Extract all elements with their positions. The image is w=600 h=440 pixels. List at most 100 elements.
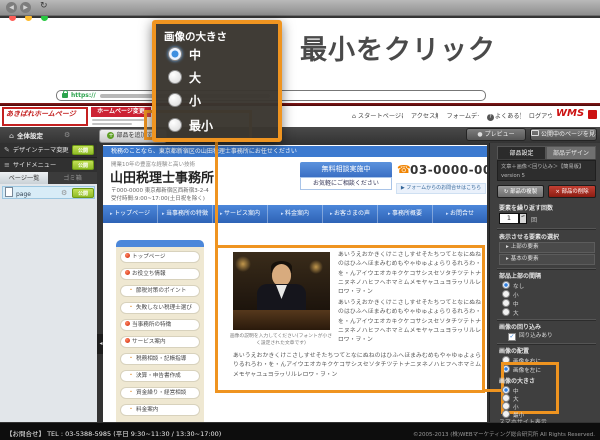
radio-icon [502, 308, 510, 316]
bullet-icon: ・ [128, 287, 134, 294]
radio-icon [502, 299, 510, 307]
gear-icon[interactable]: ⚙ [64, 131, 70, 139]
browser-toolbar: ◀ ▶ ↻ [0, 0, 600, 16]
sidebar-item-design-theme[interactable]: ✎デザインテーマ変更 ⚙ 公開 [0, 143, 97, 158]
spacing-radio-small[interactable]: 小 [502, 290, 519, 299]
spacing-radio-large[interactable]: 大 [502, 308, 519, 317]
popup-radio-smallest[interactable]: 最小 [168, 116, 213, 136]
radio-icon [502, 386, 510, 394]
link-logout[interactable]: ログアウト [529, 111, 552, 121]
radio-icon [502, 410, 510, 418]
phone-icon: ☎ [397, 163, 411, 176]
site-nav-item[interactable]: 事務所概要 [378, 205, 433, 223]
akibare-logo: あきばれホームページ Akibare Homepageサンプル・動作確認用 [2, 107, 88, 126]
homepage-edit-tag: ホームページ変更 [91, 107, 151, 117]
site-nav-item[interactable]: トップページ [103, 205, 158, 223]
site-nav-item[interactable]: お問合せ [433, 205, 487, 223]
part-info-box: 文章＋画像＜回り込み＞【簡易版】 version 5 [497, 160, 596, 181]
site-notice-bar: 税務のことなら、東京都新宿区の山田税理士事務所にお任せください [103, 146, 487, 157]
tab-part-settings[interactable]: 部品設定 [497, 146, 546, 159]
delete-part-button[interactable]: × 部品の削除 [548, 185, 596, 198]
wms-logo: WMS [556, 108, 584, 119]
part-name: 文章＋画像＜回り込み＞【簡易版】 [501, 163, 592, 172]
bullet-icon: ・ [128, 372, 134, 379]
site-menu-item[interactable]: お役立ち情報 [120, 268, 200, 280]
home-icon: ⌂ [9, 132, 14, 140]
divider [497, 343, 596, 344]
link-access-analytics[interactable]: アクセス解析 [411, 111, 439, 121]
bullet-icon: ・ [128, 355, 134, 362]
footer-contact: 【お問合せ】 TEL : 03-5388-5985 (平日 9:30~11:30… [6, 428, 221, 438]
link-start-page[interactable]: ⌂ スタートページに戻る [352, 111, 403, 121]
reload-icon[interactable]: ↻ [40, 1, 48, 11]
consult-note: お気軽にご相談ください [300, 177, 392, 190]
wrap-checkbox-row[interactable]: ✓回り込みあり [508, 332, 553, 341]
site-nav-item[interactable]: 料金案内 [268, 205, 323, 223]
bullet-icon [125, 321, 130, 326]
radio-icon [502, 402, 510, 410]
repeat-count-label: 要素を繰り返す回数 [499, 203, 553, 212]
site-menu-item[interactable]: トップページ [120, 251, 200, 263]
site-menu-subitem[interactable]: ・失敗しない税理士選び [120, 302, 200, 314]
logo-title: あきばれホームページ [6, 110, 84, 118]
repeat-count-input[interactable]: 1 [499, 213, 519, 224]
site-hours: 受付時間:9:00~17:00(土日祝を除く) [111, 194, 291, 202]
image-align-label: 画像の配置 [499, 346, 529, 355]
contact-form-link[interactable]: ▶ フォームからのお問合せはこちら [396, 183, 486, 194]
view-published-button[interactable]: 公開中のページを見る [530, 128, 597, 141]
stepper-arrows[interactable]: ▴▾ [519, 213, 527, 224]
publish-button[interactable]: 公開 [72, 160, 94, 170]
site-menu-subitem[interactable]: ・資金繰り・経営相談 [120, 387, 200, 399]
back-icon[interactable]: ◀ [6, 2, 17, 13]
instruction-headline: 最小をクリック [300, 28, 496, 67]
site-menu-subitem[interactable]: ・節税対策のポイント [120, 285, 200, 297]
site-nav-bar: トップページ 当事務所の特徴 サービス案内 料金案内 お客さまの声 事務所概要 … [103, 205, 487, 223]
page-icon [5, 187, 13, 197]
popup-radio-large[interactable]: 大 [168, 68, 201, 88]
top-spacing-label: 部品上部の間隔 [499, 271, 541, 280]
publish-button[interactable]: 公開 [72, 145, 94, 155]
gear-icon[interactable]: ⚙ [61, 188, 67, 199]
sidebar-item-side-menu[interactable]: ≡サイドメニュー 公開 [0, 158, 97, 173]
publish-button[interactable]: 公開 [72, 188, 94, 198]
divider [497, 319, 596, 320]
site-menu-subitem[interactable]: ・税務相談・記帳指導 [120, 353, 200, 365]
radio-icon [168, 70, 182, 84]
fine-print-line [92, 123, 132, 125]
link-faq[interactable]: ?よくある質問 [487, 111, 521, 121]
site-menu-subitem[interactable]: ・決算・申告書作成 [120, 370, 200, 382]
footer-bar: 【お問合せ】 TEL : 03-5388-5985 (平日 9:30~11:30… [0, 423, 600, 440]
gear-icon[interactable]: ⚙ [60, 143, 66, 157]
image-size-popup: 画像の大きさ 中 大 小 最小 [152, 20, 282, 142]
site-menu-item[interactable]: 当事務所の特徴 [120, 319, 200, 331]
site-nav-item[interactable]: 当事務所の特徴 [158, 205, 213, 223]
forward-icon[interactable]: ▶ [20, 2, 31, 13]
element-top-row[interactable]: ▸ 上部の要素 [499, 242, 595, 253]
radio-icon [502, 394, 510, 402]
admin-nav: ⌂ スタートページに戻る アクセス解析 フォームデータ ?よくある質問 ログアウ… [352, 111, 552, 121]
site-menu-item[interactable]: サービス案内 [120, 336, 200, 348]
global-settings-item[interactable]: ⌂全体設定 [5, 130, 43, 140]
tab-part-design[interactable]: 部品デザイン [546, 146, 596, 159]
site-nav-item[interactable]: サービス案内 [213, 205, 268, 223]
site-address: 〒000-0000 東京都新宿区西新宿3-2-4 [111, 186, 291, 194]
screenshot-stage: ホームページ更新・あきば… スクリーンショ… ◀ ▶ ↻ https:// あき… [0, 0, 600, 440]
content-highlight-box [215, 245, 485, 393]
popup-radio-small[interactable]: 小 [168, 91, 201, 111]
radio-icon [502, 281, 510, 289]
spacing-radio-none[interactable]: なし [502, 281, 524, 290]
site-side-menu-header [116, 240, 204, 247]
size-radio-smallest[interactable]: 最小 [502, 410, 524, 419]
connector-line-vertical [215, 138, 218, 245]
site-menu-subitem[interactable]: ・料金案内 [120, 404, 200, 416]
pencil-icon: ✎ [4, 146, 10, 154]
popup-radio-medium[interactable]: 中 [168, 45, 201, 65]
link-form-data[interactable]: フォームデータ [446, 111, 478, 121]
spacing-radio-medium[interactable]: 中 [502, 299, 519, 308]
preview-button[interactable]: ● プレビュー [466, 128, 526, 141]
footer-copyright: ©2005-2013 (株)WEBマーケティング総合研究所 All Rights… [413, 430, 595, 438]
element-basic-row[interactable]: ▸ 基本の要素 [499, 254, 595, 265]
site-nav-item[interactable]: お客さまの声 [323, 205, 378, 223]
page-list-item[interactable]: page ⚙ 公開 [2, 186, 95, 199]
duplicate-part-button[interactable]: ↻ 部品の複製 [497, 185, 544, 198]
